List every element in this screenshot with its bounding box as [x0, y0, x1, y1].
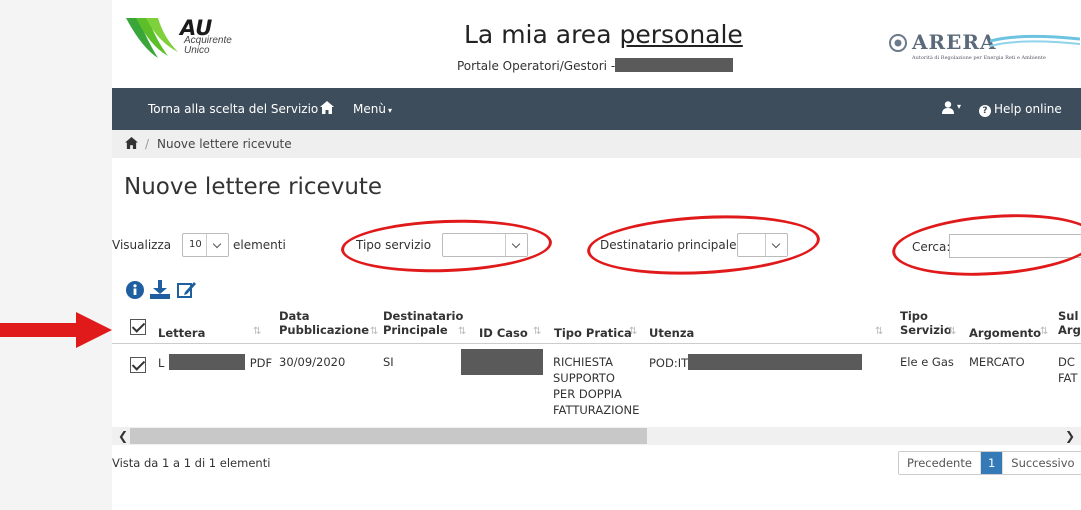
- search-label: Cerca:: [912, 240, 951, 254]
- scroll-right-icon[interactable]: ❯: [1065, 429, 1075, 443]
- arera-logo-text: ARERA: [912, 30, 997, 54]
- show-entries-suffix: elementi: [233, 238, 286, 252]
- breadcrumb-separator: /: [145, 137, 150, 151]
- next-page-button[interactable]: Successivo: [1003, 452, 1081, 474]
- sort-icon[interactable]: ⇅: [370, 326, 378, 337]
- sort-icon[interactable]: ⇅: [458, 326, 466, 337]
- cell-destinatario: SI: [383, 355, 394, 369]
- page-size-select[interactable]: 10: [182, 233, 229, 257]
- chevron-down-icon: [206, 234, 228, 256]
- scroll-left-icon[interactable]: ❮: [118, 429, 128, 443]
- breadcrumb-current: Nuove lettere ricevute: [157, 137, 292, 151]
- back-to-service-link[interactable]: Torna alla scelta del Servizio: [148, 102, 318, 116]
- arera-emblem-icon: [889, 34, 907, 52]
- show-entries-label: Visualizza: [112, 238, 172, 252]
- top-navbar: Torna alla scelta del Servizio Menù ▾ ▾ ?…: [112, 88, 1081, 130]
- arera-logo: ARERA Autorità di Regolazione per Energi…: [888, 30, 1080, 73]
- redacted-block: [169, 354, 246, 370]
- cell-sub-argomento: DC FAT: [1058, 355, 1078, 385]
- select-all-checkbox[interactable]: [130, 319, 146, 335]
- col-lettera[interactable]: Lettera: [158, 326, 205, 340]
- au-swoosh-icon: [126, 18, 178, 58]
- table-info: Vista da 1 a 1 di 1 elementi: [112, 456, 271, 470]
- cell-tipo-pratica: RICHIESTA SUPPORTO PER DOPPIA FATTURAZIO…: [553, 355, 640, 417]
- info-icon[interactable]: [126, 281, 144, 299]
- sort-icon[interactable]: ⇅: [948, 326, 956, 337]
- chevron-down-icon: [505, 234, 527, 256]
- breadcrumb-home-icon[interactable]: [125, 137, 138, 149]
- redacted-block: [461, 349, 543, 375]
- col-utenza[interactable]: Utenza: [649, 326, 694, 340]
- redacted-block: [615, 58, 734, 72]
- scrollbar-thumb[interactable]: [130, 428, 647, 444]
- col-sub-argomento[interactable]: Sul Arg: [1058, 309, 1081, 337]
- page-header-title: La mia area personale: [464, 20, 743, 49]
- edit-icon[interactable]: [177, 280, 197, 299]
- sort-icon[interactable]: ⇅: [1040, 326, 1048, 337]
- col-id-caso[interactable]: ID Caso: [479, 326, 528, 340]
- page-header-subtitle: Portale Operatori/Gestori -: [457, 58, 734, 73]
- au-logo[interactable]: AU Acquirente Unico: [124, 12, 264, 62]
- col-argomento[interactable]: Argomento: [969, 326, 1041, 340]
- menu-dropdown[interactable]: Menù ▾: [353, 102, 392, 116]
- page-1-button[interactable]: 1: [980, 452, 1004, 474]
- sort-icon[interactable]: ⇅: [875, 326, 883, 337]
- user-caret-icon: ▾: [957, 102, 962, 111]
- help-online-link[interactable]: ? Help online: [979, 102, 1062, 117]
- download-icon[interactable]: [150, 280, 170, 299]
- cell-tipo-servizio: Ele e Gas: [900, 355, 954, 369]
- header: AU Acquirente Unico La mia area personale…: [112, 0, 1081, 88]
- arera-tagline: Autorità di Regolazione per Energia Reti…: [912, 55, 1046, 61]
- horizontal-scrollbar[interactable]: ❮ ❯: [112, 427, 1081, 445]
- cell-lettera[interactable]: L PDF: [158, 354, 272, 371]
- left-margin: [0, 0, 112, 510]
- row-checkbox[interactable]: [130, 357, 146, 373]
- tipo-servizio-select[interactable]: [442, 233, 528, 257]
- tipo-servizio-label: Tipo servizio: [356, 238, 432, 252]
- question-circle-icon: ?: [979, 105, 991, 117]
- col-data-pubblicazione[interactable]: Data Pubblicazione: [279, 309, 369, 337]
- table-row: L PDF 30/09/2020 SI RICHIESTA SUPPORTO P…: [112, 344, 1081, 426]
- redacted-block: [688, 354, 863, 370]
- search-input[interactable]: [949, 234, 1081, 258]
- col-destinatario[interactable]: Destinatario Principale: [383, 309, 463, 337]
- cell-utenza: POD:IT: [649, 354, 863, 371]
- col-tipo-servizio[interactable]: Tipo Servizio: [900, 309, 952, 337]
- prev-page-button[interactable]: Precedente: [899, 452, 981, 474]
- chevron-down-icon: [765, 234, 787, 256]
- home-icon[interactable]: [320, 101, 334, 114]
- destinatario-select[interactable]: [737, 233, 788, 257]
- annotation-arrow-icon: [0, 312, 112, 348]
- sort-icon[interactable]: ⇅: [253, 326, 261, 337]
- page: AU Acquirente Unico La mia area personale…: [112, 0, 1081, 510]
- cell-argomento: MERCATO: [969, 355, 1025, 369]
- page-title: Nuove lettere ricevute: [124, 174, 383, 200]
- au-logo-subtext: Acquirente Unico: [184, 35, 232, 56]
- sort-icon[interactable]: ⇅: [629, 326, 637, 337]
- user-icon[interactable]: [942, 101, 954, 114]
- caret-down-icon: ▾: [387, 106, 392, 115]
- destinatario-label: Destinatario principale: [600, 238, 737, 252]
- cell-data-pubblicazione: 30/09/2020: [279, 355, 346, 369]
- col-tipo-pratica[interactable]: Tipo Pratica: [554, 326, 632, 340]
- table-header: Lettera ⇅ Data Pubblicazione ⇅ Destinatar…: [112, 302, 1081, 344]
- sort-icon[interactable]: ⇅: [533, 326, 541, 337]
- arera-wave-icon: [990, 34, 1080, 47]
- pagination: Precedente 1 Successivo: [898, 451, 1081, 475]
- breadcrumb: / Nuove lettere ricevute: [112, 130, 1081, 158]
